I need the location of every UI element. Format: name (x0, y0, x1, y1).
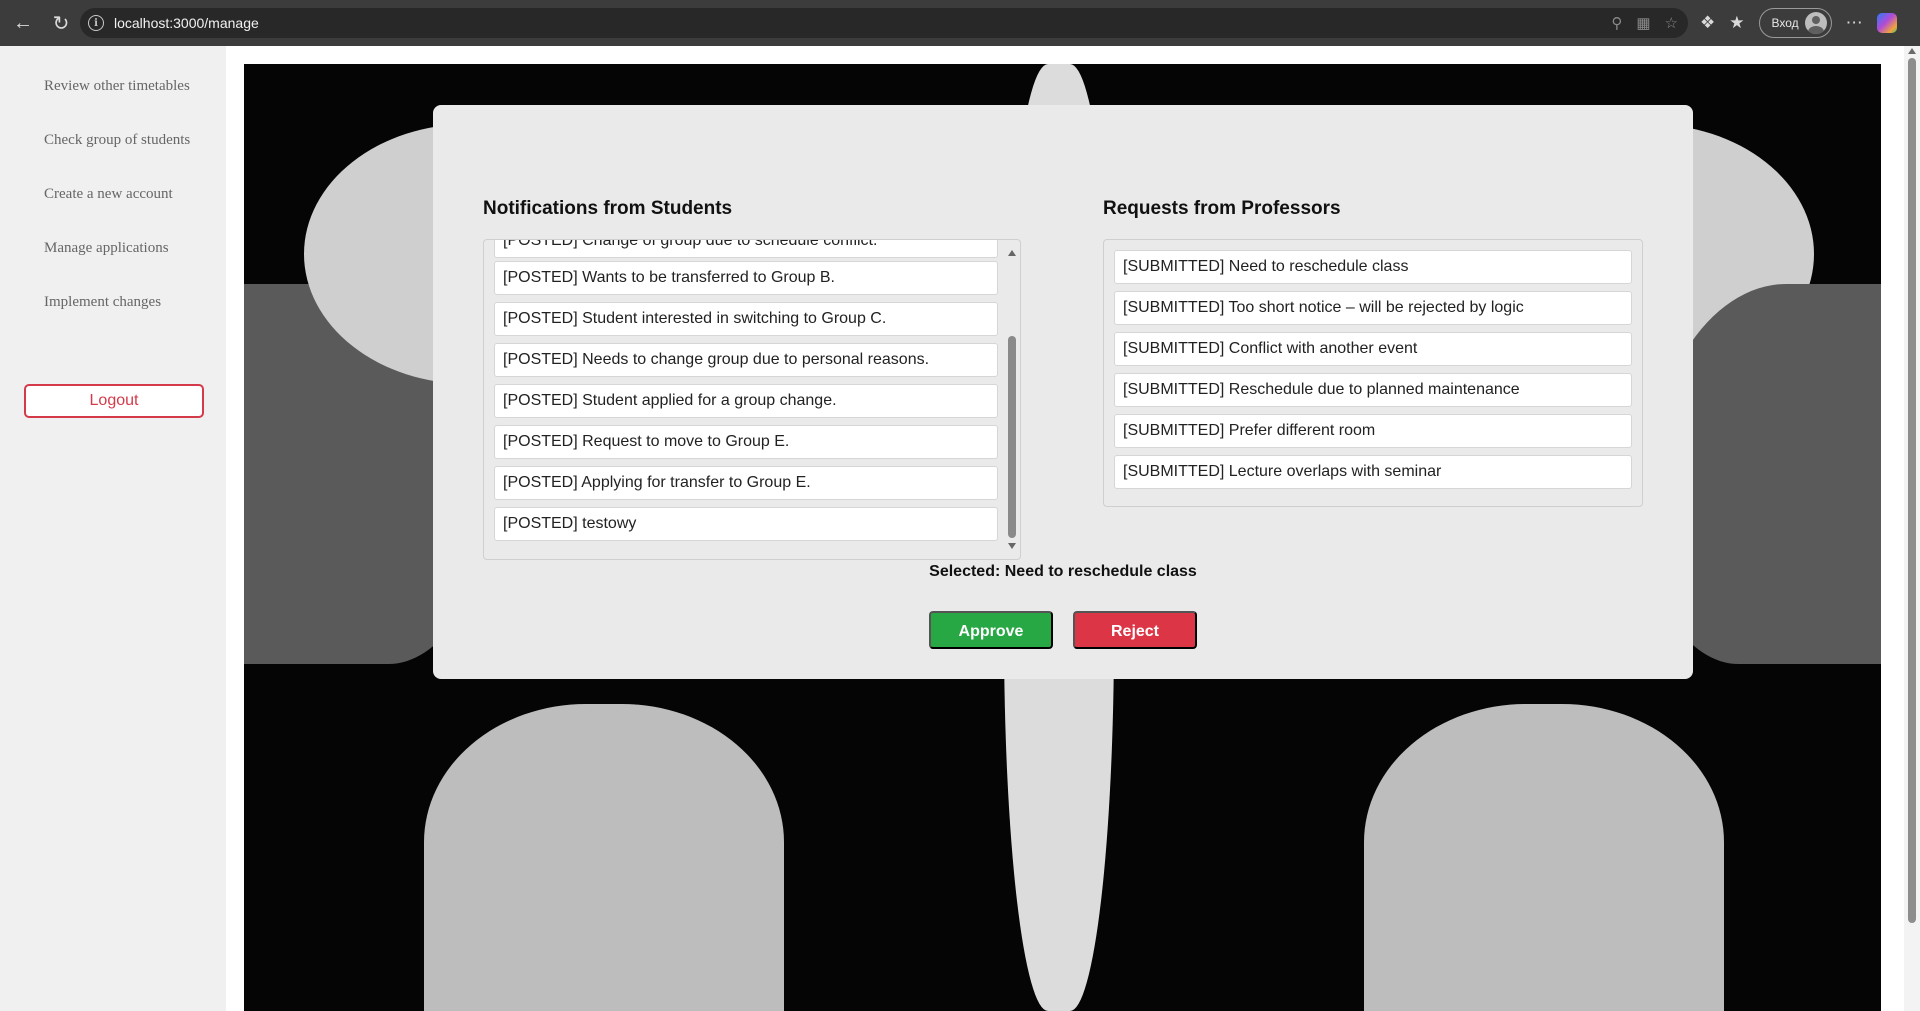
copilot-icon[interactable] (1876, 13, 1897, 33)
list-item[interactable]: [SUBMITTED] Conflict with another event (1114, 332, 1632, 366)
list-item[interactable]: [POSTED] Student applied for a group cha… (494, 384, 998, 418)
professors-list[interactable]: [SUBMITTED] Need to reschedule class [SU… (1103, 239, 1643, 507)
favorites-icon[interactable]: ★ (1729, 13, 1744, 33)
scroll-down-icon[interactable] (1008, 543, 1016, 549)
list-item[interactable]: [POSTED] Request to move to Group E. (494, 425, 998, 459)
key-icon[interactable]: ⚲ (1611, 14, 1622, 32)
extensions-icon[interactable]: ❖ (1700, 13, 1715, 33)
page: Review other timetables Check group of s… (0, 46, 1920, 1011)
scroll-up-icon[interactable] (1908, 48, 1916, 54)
url-text: localhost:3000/manage (114, 15, 259, 31)
browser-toolbar: ← ↻ i localhost:3000/manage ⚲ ▦ ☆ ❖ ★ Вх… (0, 0, 1920, 46)
page-scroll-thumb[interactable] (1908, 58, 1916, 923)
list-item[interactable]: [POSTED] testowy (494, 507, 998, 541)
reject-button[interactable]: Reject (1073, 611, 1197, 649)
students-title: Notifications from Students (483, 198, 733, 219)
list-item[interactable]: [POSTED] Wants to be transferred to Grou… (494, 261, 998, 295)
logout-button[interactable]: Logout (24, 384, 204, 418)
back-icon[interactable]: ← (6, 6, 40, 40)
site-info-icon[interactable]: i (88, 15, 104, 31)
list-item[interactable]: [SUBMITTED] Reschedule due to planned ma… (1114, 373, 1632, 407)
reload-icon[interactable]: ↻ (44, 6, 78, 40)
sidebar-item-check-group[interactable]: Check group of students (0, 130, 200, 150)
page-scrollbar[interactable] (1904, 46, 1920, 1011)
more-menu-icon[interactable]: ⋯ (1846, 13, 1863, 33)
list-item[interactable]: [SUBMITTED] Lecture overlaps with semina… (1114, 455, 1632, 489)
profile-button[interactable]: Вход (1758, 8, 1832, 38)
star-icon[interactable]: ☆ (1665, 14, 1678, 32)
list-item[interactable]: [SUBMITTED] Prefer different room (1114, 414, 1632, 448)
sidebar-item-review-timetables[interactable]: Review other timetables (0, 76, 200, 96)
professors-title: Requests from Professors (1103, 198, 1341, 219)
students-scroll-thumb[interactable] (1008, 336, 1016, 538)
avatar-icon (1804, 12, 1827, 34)
apps-icon[interactable]: ▦ (1636, 14, 1650, 32)
profile-label: Вход (1771, 16, 1799, 30)
students-scrollbar[interactable] (1006, 242, 1018, 557)
list-item[interactable]: [POSTED] Student interested in switching… (494, 302, 998, 336)
students-list[interactable]: [POSTED] Change of group due to schedule… (483, 239, 1021, 560)
selected-request-text: Selected: Need to reschedule class (929, 563, 1197, 580)
sidebar-item-manage-applications[interactable]: Manage applications (0, 238, 200, 258)
manage-panel: Notifications from Students [POSTED] Cha… (433, 105, 1693, 679)
list-item[interactable]: [SUBMITTED] Too short notice – will be r… (1114, 291, 1632, 325)
approve-button[interactable]: Approve (929, 611, 1053, 649)
scroll-up-icon[interactable] (1008, 250, 1016, 256)
sidebar-item-implement-changes[interactable]: Implement changes (0, 292, 200, 312)
list-item[interactable]: [POSTED] Needs to change group due to pe… (494, 343, 998, 377)
list-item[interactable]: [POSTED] Change of group due to schedule… (494, 240, 998, 258)
sidebar-item-create-account[interactable]: Create a new account (0, 184, 200, 204)
sidebar: Review other timetables Check group of s… (0, 46, 226, 1011)
list-item[interactable]: [POSTED] Applying for transfer to Group … (494, 466, 998, 500)
list-item[interactable]: [SUBMITTED] Need to reschedule class (1114, 250, 1632, 284)
address-bar[interactable]: i localhost:3000/manage ⚲ ▦ ☆ (80, 8, 1688, 38)
